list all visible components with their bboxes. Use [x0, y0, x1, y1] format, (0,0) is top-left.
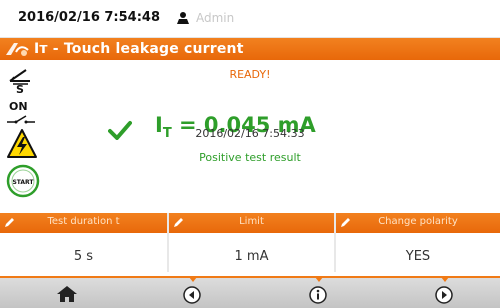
param-limit[interactable]: Limit 1 mA — [169, 213, 334, 272]
param-header: Test duration t — [0, 213, 167, 233]
param-header: Limit — [169, 213, 334, 233]
info-button[interactable] — [299, 277, 339, 308]
ready-status: READY! — [229, 68, 271, 81]
param-header: Change polarity — [336, 213, 500, 233]
nav-marker — [189, 277, 197, 282]
home-button[interactable] — [47, 278, 87, 308]
nav-marker — [315, 277, 323, 282]
screen-title: Iᴛ - Touch leakage current — [34, 41, 244, 57]
nav-marker — [441, 277, 449, 282]
on-indicator: ON — [9, 100, 28, 113]
start-label: START — [12, 179, 34, 186]
status-bar: 2016/02/16 7:54:48 Admin — [0, 0, 500, 38]
measurement-icon — [6, 43, 29, 56]
user-label: Admin — [196, 11, 235, 25]
switch-symbol-icon — [7, 115, 35, 124]
param-value: 5 s — [73, 249, 94, 264]
status-datetime: 2016/02/16 7:54:48 — [18, 10, 161, 25]
bottom-nav — [0, 276, 500, 308]
param-title: Limit — [239, 216, 264, 227]
result-timestamp: 2016/02/16 7:54:33 — [195, 127, 305, 140]
svg-text:S: S — [16, 83, 24, 95]
result-verdict: Positive test result — [199, 151, 301, 164]
title-bar: Iᴛ - Touch leakage current — [0, 38, 500, 60]
forward-button[interactable] — [425, 277, 465, 308]
info-icon — [309, 286, 327, 304]
back-button[interactable] — [173, 277, 213, 308]
user-icon — [177, 12, 189, 24]
home-icon — [57, 286, 77, 302]
start-button[interactable]: START — [6, 164, 40, 198]
forward-icon — [435, 286, 453, 304]
param-title: Change polarity — [378, 216, 458, 227]
param-title: Test duration t — [47, 216, 120, 227]
back-icon — [183, 286, 201, 304]
param-value: YES — [405, 249, 431, 264]
param-value: 1 mA — [234, 249, 269, 264]
param-change-polarity[interactable]: Change polarity YES — [336, 213, 500, 272]
param-test-duration[interactable]: Test duration t 5 s — [0, 213, 167, 272]
